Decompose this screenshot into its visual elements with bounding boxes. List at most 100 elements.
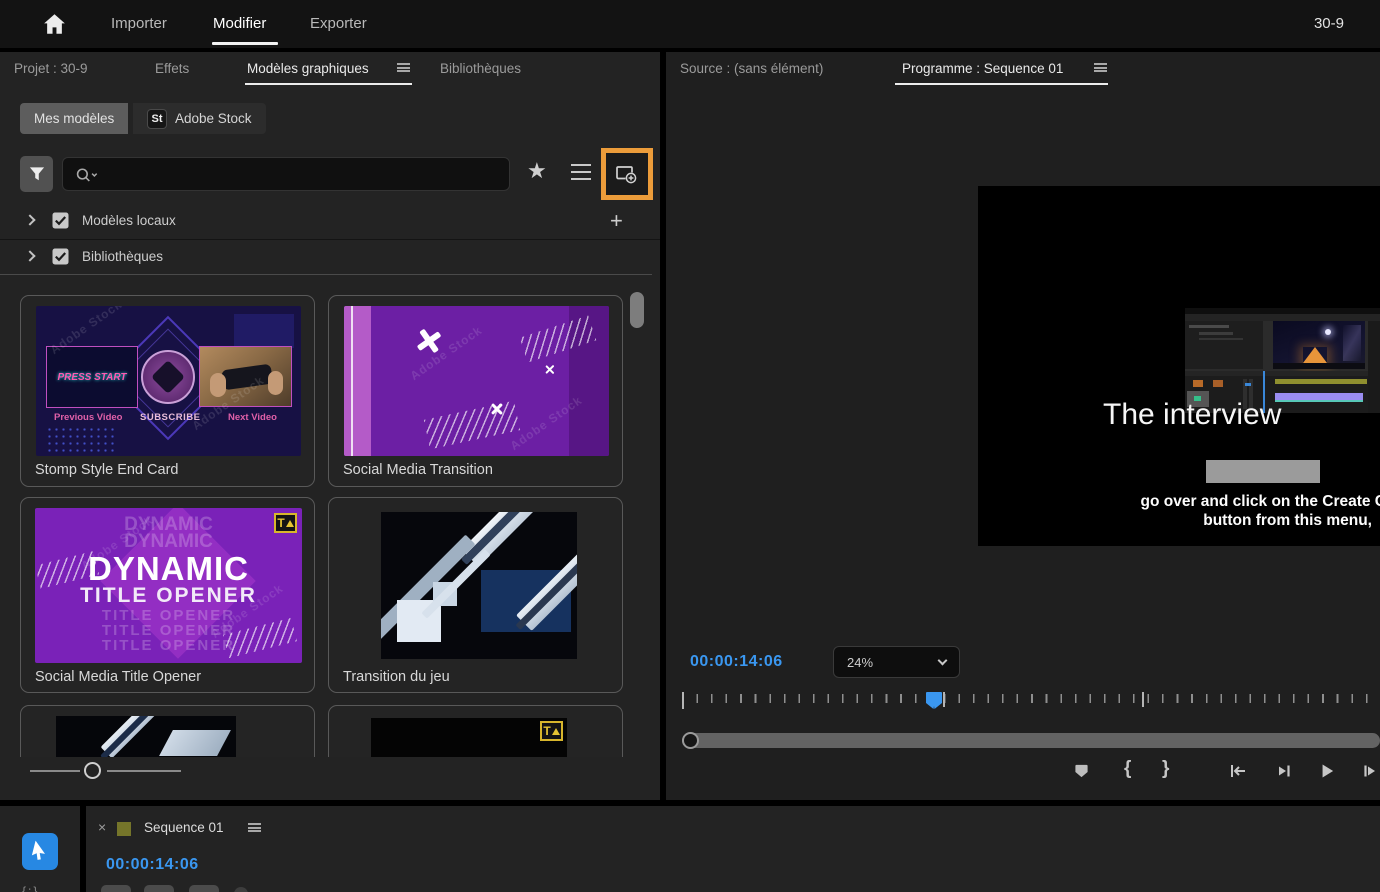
filter-button[interactable]: [20, 156, 53, 192]
tab-effects[interactable]: Effets: [155, 61, 189, 76]
tab-exporter[interactable]: Exporter: [310, 15, 367, 32]
tools-panel: {:}: [0, 806, 80, 892]
checkbox-checked-icon[interactable]: [52, 212, 69, 229]
tab-project[interactable]: Projet : 30-9: [14, 61, 88, 76]
timeline-toggle-button-partial[interactable]: [189, 885, 219, 892]
mark-out-button[interactable]: }: [1162, 758, 1169, 780]
video-redacted-box: [1206, 460, 1320, 483]
selection-arrow-icon: [31, 840, 45, 860]
search-input[interactable]: [107, 162, 497, 186]
program-timecode[interactable]: 00:00:14:06: [690, 653, 783, 671]
active-panel-tab-underline: [245, 83, 412, 85]
selection-tool-button[interactable]: [22, 833, 58, 870]
caption-line: go over and click on the Create C: [1140, 493, 1380, 510]
timeline-panel: × Sequence 01 00:00:14:06: [86, 806, 1380, 892]
thumb-title-line2: TITLE OPENER: [80, 584, 257, 607]
tab-modifier[interactable]: Modifier: [213, 15, 266, 32]
timeline-toggle-button-partial[interactable]: [144, 885, 174, 892]
folder-label: Bibliothèques: [82, 249, 164, 264]
ghost-text: DYNAMIC: [124, 531, 213, 552]
templates-grid: PRESS START Previous Video SUBSCRIBE Nex…: [0, 284, 660, 757]
home-button[interactable]: [40, 11, 68, 37]
tool-partial-icon[interactable]: {:}: [22, 884, 39, 892]
project-name-badge: 30-9: [1313, 15, 1344, 32]
tab-program-monitor[interactable]: Programme : Sequence 01: [902, 61, 1063, 76]
step-back-icon: [1279, 765, 1290, 777]
sort-list-icon[interactable]: [571, 164, 591, 180]
favorites-star-icon[interactable]: ★: [527, 160, 547, 182]
timeline-tab-label[interactable]: Sequence 01: [144, 820, 224, 835]
expand-chevron-icon[interactable]: [24, 214, 36, 226]
premiere-pro-window: Importer Modifier Exporter 30-9 Projet :…: [0, 0, 1380, 892]
template-thumbnail: DYNAMIC DYNAMIC DYNAMIC TITLE OPENER TIT…: [35, 508, 302, 663]
active-tab-underline: [212, 42, 278, 45]
marker-icon: [1074, 764, 1088, 778]
new-item-button-highlighted[interactable]: [601, 148, 653, 200]
adobe-stock-toggle[interactable]: St Adobe Stock: [133, 103, 266, 134]
adobe-stock-icon: St: [147, 108, 167, 129]
vertical-scrollbar-thumb[interactable]: [630, 292, 644, 328]
play-icon: [1322, 764, 1334, 778]
template-thumbnail: Adobe Stock Adobe Stock: [344, 306, 609, 456]
playhead-icon[interactable]: [925, 691, 943, 711]
ghost-text: TITLE OPENER: [101, 607, 236, 624]
template-thumbnail: T: [371, 718, 567, 757]
new-item-icon: [616, 165, 637, 184]
sequence-color-swatch: [117, 822, 131, 836]
template-card[interactable]: Adobe Stock Adobe Stock Social Media Tra…: [328, 295, 623, 487]
scrollbar-left-handle[interactable]: [682, 732, 699, 749]
template-title: Social Media Transition: [343, 462, 493, 478]
mark-in-button[interactable]: {: [1124, 758, 1131, 780]
expand-chevron-icon[interactable]: [24, 250, 36, 262]
add-marker-button[interactable]: [1070, 760, 1092, 782]
zoom-level-dropdown[interactable]: 24%: [833, 646, 960, 678]
home-icon: [43, 14, 65, 34]
add-folder-icon[interactable]: +: [610, 210, 623, 232]
template-card[interactable]: Transition du jeu: [328, 497, 623, 693]
horizontal-scrollbar[interactable]: [682, 732, 1380, 749]
tab-graphic-templates[interactable]: Modèles graphiques: [247, 61, 369, 76]
thumb-previous-video-label: Previous Video: [54, 412, 123, 423]
folder-row-libraries[interactable]: Bibliothèques: [0, 241, 660, 273]
video-title-text: The interview: [1103, 398, 1282, 431]
tab-importer[interactable]: Importer: [111, 15, 167, 32]
close-tab-icon[interactable]: ×: [98, 819, 106, 835]
folder-row-local-templates[interactable]: Modèles locaux +: [0, 205, 660, 238]
thumb-press-start-label: PRESS START: [57, 371, 127, 383]
checkbox-checked-icon[interactable]: [52, 248, 69, 265]
panel-menu-icon[interactable]: [248, 823, 261, 832]
divider: [0, 239, 660, 240]
tab-libraries[interactable]: Bibliothèques: [440, 61, 521, 76]
program-time-ruler[interactable]: [682, 692, 1380, 714]
divider: [0, 274, 652, 275]
tab-source-monitor[interactable]: Source : (sans élément): [680, 61, 823, 76]
panel-menu-icon[interactable]: [397, 63, 410, 72]
panel-menu-icon[interactable]: [1094, 63, 1107, 72]
program-monitor-panel: Source : (sans élément) Programme : Sequ…: [666, 52, 1380, 800]
timeline-timecode[interactable]: 00:00:14:06: [106, 856, 199, 874]
go-to-in-icon: [1231, 765, 1245, 777]
timeline-toggle-button-partial[interactable]: [101, 885, 131, 892]
step-forward-button[interactable]: [1358, 760, 1380, 782]
template-card[interactable]: DYNAMIC DYNAMIC DYNAMIC TITLE OPENER TIT…: [20, 497, 315, 693]
play-button[interactable]: [1314, 758, 1340, 784]
step-back-button[interactable]: [1272, 760, 1296, 782]
template-card-partial[interactable]: T: [328, 705, 623, 757]
go-to-in-button[interactable]: [1226, 760, 1250, 782]
adobe-stock-label: Adobe Stock: [175, 111, 252, 126]
template-title: Stomp Style End Card: [35, 462, 179, 478]
search-icon: [76, 168, 98, 182]
folder-label: Modèles locaux: [82, 213, 176, 228]
thumbnail-zoom-track-right: [107, 770, 181, 772]
template-card-partial[interactable]: [20, 705, 315, 757]
video-caption-text: go over and click on the Create C button…: [1046, 492, 1380, 530]
filter-icon: [29, 167, 44, 181]
template-title: Transition du jeu: [343, 669, 450, 685]
template-card[interactable]: PRESS START Previous Video SUBSCRIBE Nex…: [20, 295, 315, 487]
graphics-templates-panel: Projet : 30-9 Effets Modèles graphiques …: [0, 52, 660, 800]
timeline-knob-partial[interactable]: [234, 887, 248, 892]
program-video-frame: The interview go over and click on the C…: [978, 186, 1380, 546]
my-templates-toggle[interactable]: Mes modèles: [20, 103, 129, 134]
template-title: Social Media Title Opener: [35, 669, 202, 685]
thumbnail-zoom-slider-handle[interactable]: [84, 762, 101, 779]
